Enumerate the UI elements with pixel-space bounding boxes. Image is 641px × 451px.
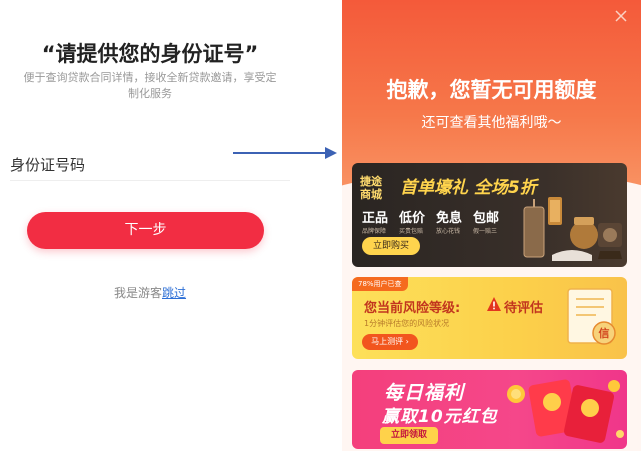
id-number-field[interactable]: 身份证号码 — [10, 154, 85, 175]
welfare-subtitle: 赢取10元红包 — [382, 407, 498, 427]
field-underline — [10, 180, 290, 181]
mall-features: 正品 品牌保障 低价 买贵包赔 免息 放心花钱 包邮 假一赔三 — [362, 207, 506, 235]
feature-item: 低价 买贵包赔 — [399, 207, 432, 235]
mall-logo-line2: 商城 — [360, 188, 382, 201]
feature-title: 低价 — [399, 211, 426, 226]
assess-now-button[interactable]: 马上测评 › — [362, 334, 418, 350]
feature-item: 免息 放心花钱 — [436, 207, 469, 235]
users-checked-badge: 78%用户已查 — [352, 277, 408, 291]
page-description: 便于查询贷款合同详情，接收全新贷款邀请，享受定制化服务 — [23, 71, 277, 100]
feature-subtitle: 买贵包赔 — [399, 228, 424, 235]
feature-subtitle: 放心花钱 — [436, 228, 461, 235]
products-illustration — [523, 197, 622, 261]
no-credit-screen: 抱歉，您暂无可用额度 还可查看其他福利哦～ 捷途 商城 首单壕礼 全场5折 正品… — [342, 0, 641, 451]
page-title: “请提供您的身份证号” — [41, 42, 259, 66]
welfare-title: 每日福利 — [384, 382, 465, 404]
no-credit-title: 抱歉，您暂无可用额度 — [386, 78, 597, 102]
daily-welfare-banner[interactable]: 每日福利 赢取10元红包 立即领取 — [352, 370, 627, 449]
buy-now-button[interactable]: 立即购买 — [362, 237, 420, 255]
feature-item: 包邮 假一赔三 — [473, 207, 506, 235]
feature-title: 包邮 — [473, 211, 500, 226]
risk-assessment-banner[interactable]: 78%用户已查 您当前风险等级: 待评估 1分钟评估您的风险状况 马上测评 › … — [352, 277, 627, 359]
risk-subtitle: 1分钟评估您的风险状况 — [364, 319, 450, 328]
red-envelope-illustration — [507, 379, 624, 443]
id-entry-screen: “请提供您的身份证号” 便于查询贷款合同详情，接收全新贷款邀请，享受定制化服务 … — [0, 0, 300, 451]
risk-level-label: 您当前风险等级: — [364, 301, 461, 316]
arrow-right-icon — [233, 147, 337, 159]
close-icon[interactable] — [614, 9, 628, 23]
feature-subtitle: 假一赔三 — [473, 228, 498, 235]
claim-now-button[interactable]: 立即领取 — [380, 427, 438, 444]
guest-label: 我是游客 — [113, 286, 162, 300]
mall-logo: 捷途 商城 — [360, 175, 396, 201]
feature-item: 正品 品牌保障 — [362, 207, 395, 235]
feature-subtitle: 品牌保障 — [362, 228, 387, 235]
warning-icon — [487, 297, 501, 311]
skip-link[interactable]: 跳过 — [162, 286, 186, 300]
credit-document-icon: 信 — [567, 288, 616, 345]
mall-logo-line1: 捷途 — [360, 175, 382, 188]
doc-stamp-text: 信 — [599, 326, 610, 340]
mall-banner[interactable]: 捷途 商城 首单壕礼 全场5折 正品 品牌保障 低价 买贵包赔 免息 放心花钱 … — [352, 163, 627, 267]
risk-status: 待评估 — [504, 301, 544, 316]
feature-title: 免息 — [436, 211, 463, 226]
next-button[interactable]: 下一步 — [27, 212, 264, 249]
feature-title: 正品 — [362, 211, 389, 226]
mall-headline: 首单壕礼 全场5折 — [400, 178, 537, 198]
no-credit-subtitle: 还可查看其他福利哦～ — [421, 115, 562, 131]
guest-row: 我是游客跳过 — [0, 284, 300, 301]
